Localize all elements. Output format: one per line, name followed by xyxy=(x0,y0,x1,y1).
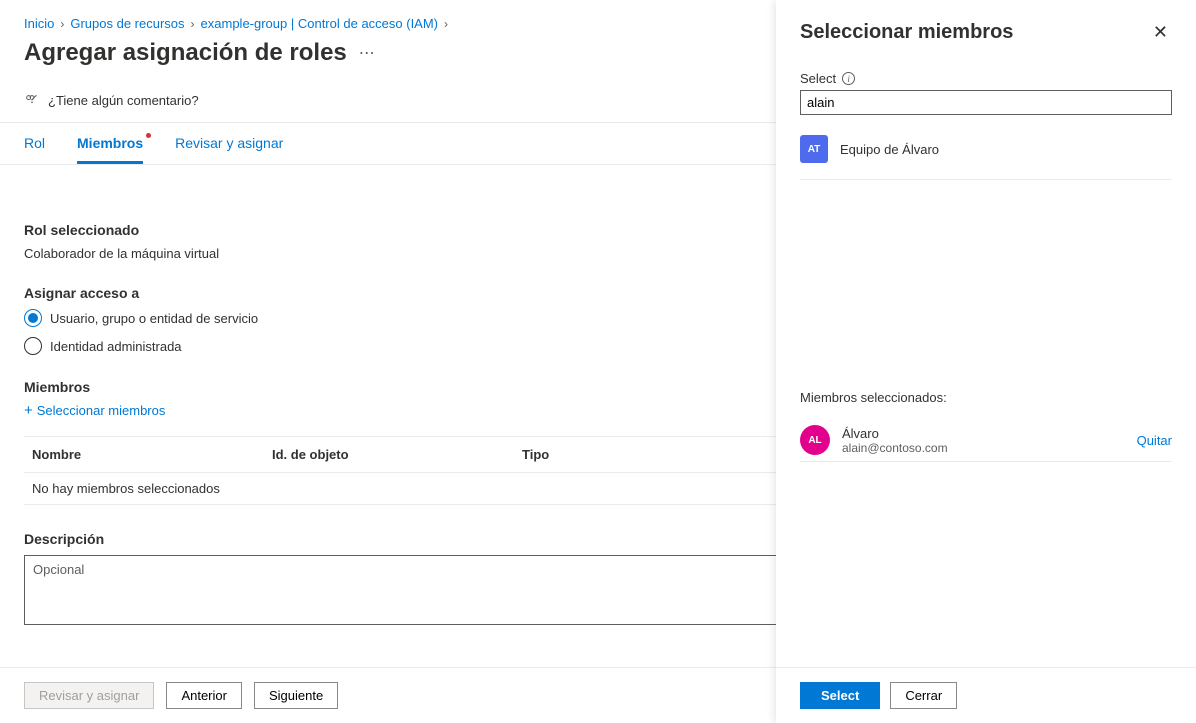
tab-members[interactable]: Miembros xyxy=(77,135,143,164)
radio-icon xyxy=(24,337,42,355)
select-members-panel: Seleccionar miembros ✕ Select i AT Equip… xyxy=(776,0,1196,723)
feedback-text: ¿Tiene algún comentario? xyxy=(48,93,199,108)
breadcrumb-groups[interactable]: Grupos de recursos xyxy=(70,16,184,31)
info-icon[interactable]: i xyxy=(842,72,855,85)
radio-user-label: Usuario, grupo o entidad de servicio xyxy=(50,311,258,326)
selected-members-label: Miembros seleccionados: xyxy=(800,390,1172,405)
radio-icon xyxy=(24,309,42,327)
close-button[interactable]: Cerrar xyxy=(890,682,957,709)
review-assign-button: Revisar y asignar xyxy=(24,682,154,709)
chevron-right-icon: › xyxy=(444,17,448,31)
col-name: Nombre xyxy=(32,447,272,462)
feedback-icon xyxy=(24,91,40,110)
select-label: Select xyxy=(800,71,836,86)
breadcrumb-iam[interactable]: example-group | Control de acceso (IAM) xyxy=(201,16,438,31)
search-result-item[interactable]: AT Equipo de Álvaro xyxy=(800,127,1172,171)
required-dot-icon xyxy=(146,133,151,138)
team-avatar-icon: AT xyxy=(800,135,828,163)
selected-email: alain@contoso.com xyxy=(842,441,1125,455)
page-title: Agregar asignación de roles xyxy=(24,39,347,67)
user-avatar-icon: AL xyxy=(800,425,830,455)
select-members-text: Seleccionar miembros xyxy=(37,403,166,418)
next-button[interactable]: Siguiente xyxy=(254,682,338,709)
panel-title: Seleccionar miembros xyxy=(800,21,1013,44)
col-id: Id. de objeto xyxy=(272,447,522,462)
selected-name: Álvaro xyxy=(842,426,1125,441)
radio-managed-label: Identidad administrada xyxy=(50,339,182,354)
tab-role[interactable]: Rol xyxy=(24,135,45,164)
close-icon[interactable]: ✕ xyxy=(1149,18,1172,47)
plus-icon: + xyxy=(24,403,33,418)
more-icon[interactable]: ⋯ xyxy=(359,43,376,63)
search-input[interactable] xyxy=(800,90,1172,115)
previous-button[interactable]: Anterior xyxy=(166,682,242,709)
remove-link[interactable]: Quitar xyxy=(1137,433,1172,448)
selected-member-item: AL Álvaro alain@contoso.com Quitar xyxy=(800,419,1172,462)
select-button[interactable]: Select xyxy=(800,682,880,709)
breadcrumb-home[interactable]: Inicio xyxy=(24,16,54,31)
chevron-right-icon: › xyxy=(191,17,195,31)
tab-members-label: Miembros xyxy=(77,135,143,151)
chevron-right-icon: › xyxy=(60,17,64,31)
divider xyxy=(800,179,1172,180)
result-name: Equipo de Álvaro xyxy=(840,142,939,157)
tab-review[interactable]: Revisar y asignar xyxy=(175,135,283,164)
